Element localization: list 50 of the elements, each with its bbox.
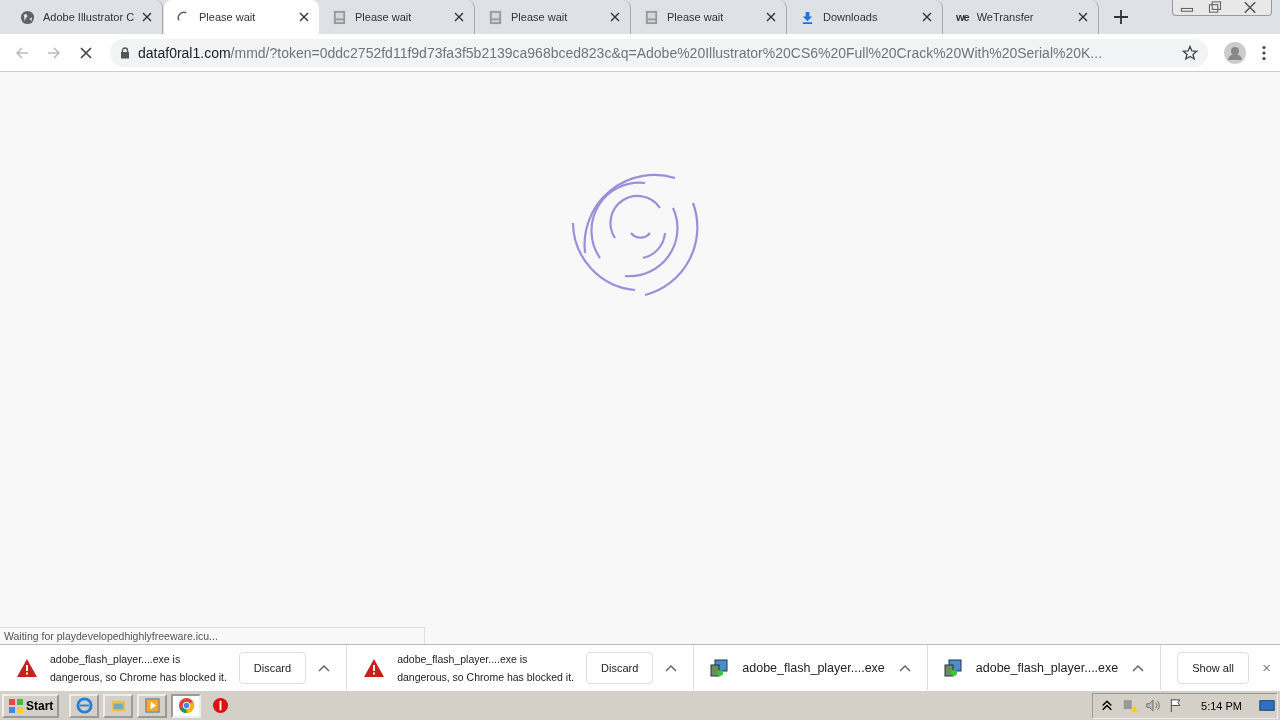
close-icon[interactable] [922,12,932,22]
site-logo: we [956,11,969,23]
start-button[interactable]: Start [2,693,60,718]
taskbar-button[interactable] [69,693,100,718]
show-desktop-icon[interactable] [1259,698,1275,713]
show-all-button[interactable]: Show all [1177,651,1249,684]
caret-icon[interactable] [665,663,678,672]
clock[interactable]: 5:14 PM [1201,699,1242,712]
stop-icon[interactable] [78,44,94,61]
stop-sign-icon [211,697,229,714]
address-bar[interactable]: dataf0ral1.com/mmd/?token=0ddc2752fd11f9d73fa3f5b2139ca968bced823c&q=Adobe%20Illustrator%20CS6%20Full%20Crack%20With%20Serial%20K... [110,38,1208,67]
page-icon [332,9,347,25]
url-text: dataf0ral1.com/mmd/?token=0ddc2752fd11f9d73fa3f5b2139ca968bced823c&q=Adobe%20Illustrator%20CS6%20Full%20Crack%20With%20Serial%20K... [138,44,1104,61]
browser-tab[interactable]: Please wait [164,0,319,34]
close-icon[interactable] [1078,12,1088,22]
discard-button[interactable]: Discard [238,651,307,684]
close-icon[interactable] [610,12,620,22]
file-name[interactable]: adobe_flash_player....exe [975,660,1119,675]
download-warning-text: adobe_flash_player....exe is dangerous, so Chrome has blocked it. [50,651,227,685]
star-icon[interactable] [1182,44,1198,61]
warning-icon [16,657,38,678]
menu-icon[interactable] [1262,44,1266,61]
window-controls[interactable] [1172,0,1272,16]
lock-icon [120,46,130,59]
play-icon [143,697,161,714]
installer-icon [710,658,729,677]
globe-icon [20,9,35,25]
file-name[interactable]: adobe_flash_player....exe [742,660,885,675]
browser-icon [177,697,195,714]
new-tab-icon[interactable] [1114,10,1128,24]
browser-icon [75,697,93,714]
close-icon[interactable] [142,12,153,22]
status-bubble: Waiting for playdevelopedhighlyfreeware.icu... [0,627,425,644]
avatar-icon[interactable] [1224,41,1246,64]
download-warning-text: adobe_flash_player....exe is dangerous, so Chrome has blocked it. [397,651,574,685]
caret-icon[interactable] [318,663,331,672]
start-logo-icon [8,697,24,714]
caret-icon[interactable] [898,663,911,672]
close-icon[interactable] [299,12,309,22]
installer-icon [943,658,962,677]
speaker-icon[interactable] [1145,698,1162,713]
page-icon [488,9,503,25]
close-icon[interactable] [454,12,464,22]
discard-button[interactable]: Discard [586,651,654,684]
download-icon [800,9,815,25]
taskbar-button[interactable] [171,693,202,718]
page-icon [644,9,659,25]
warning-icon [363,657,386,678]
caret-icon[interactable] [1132,663,1145,672]
close-icon[interactable] [766,12,776,22]
